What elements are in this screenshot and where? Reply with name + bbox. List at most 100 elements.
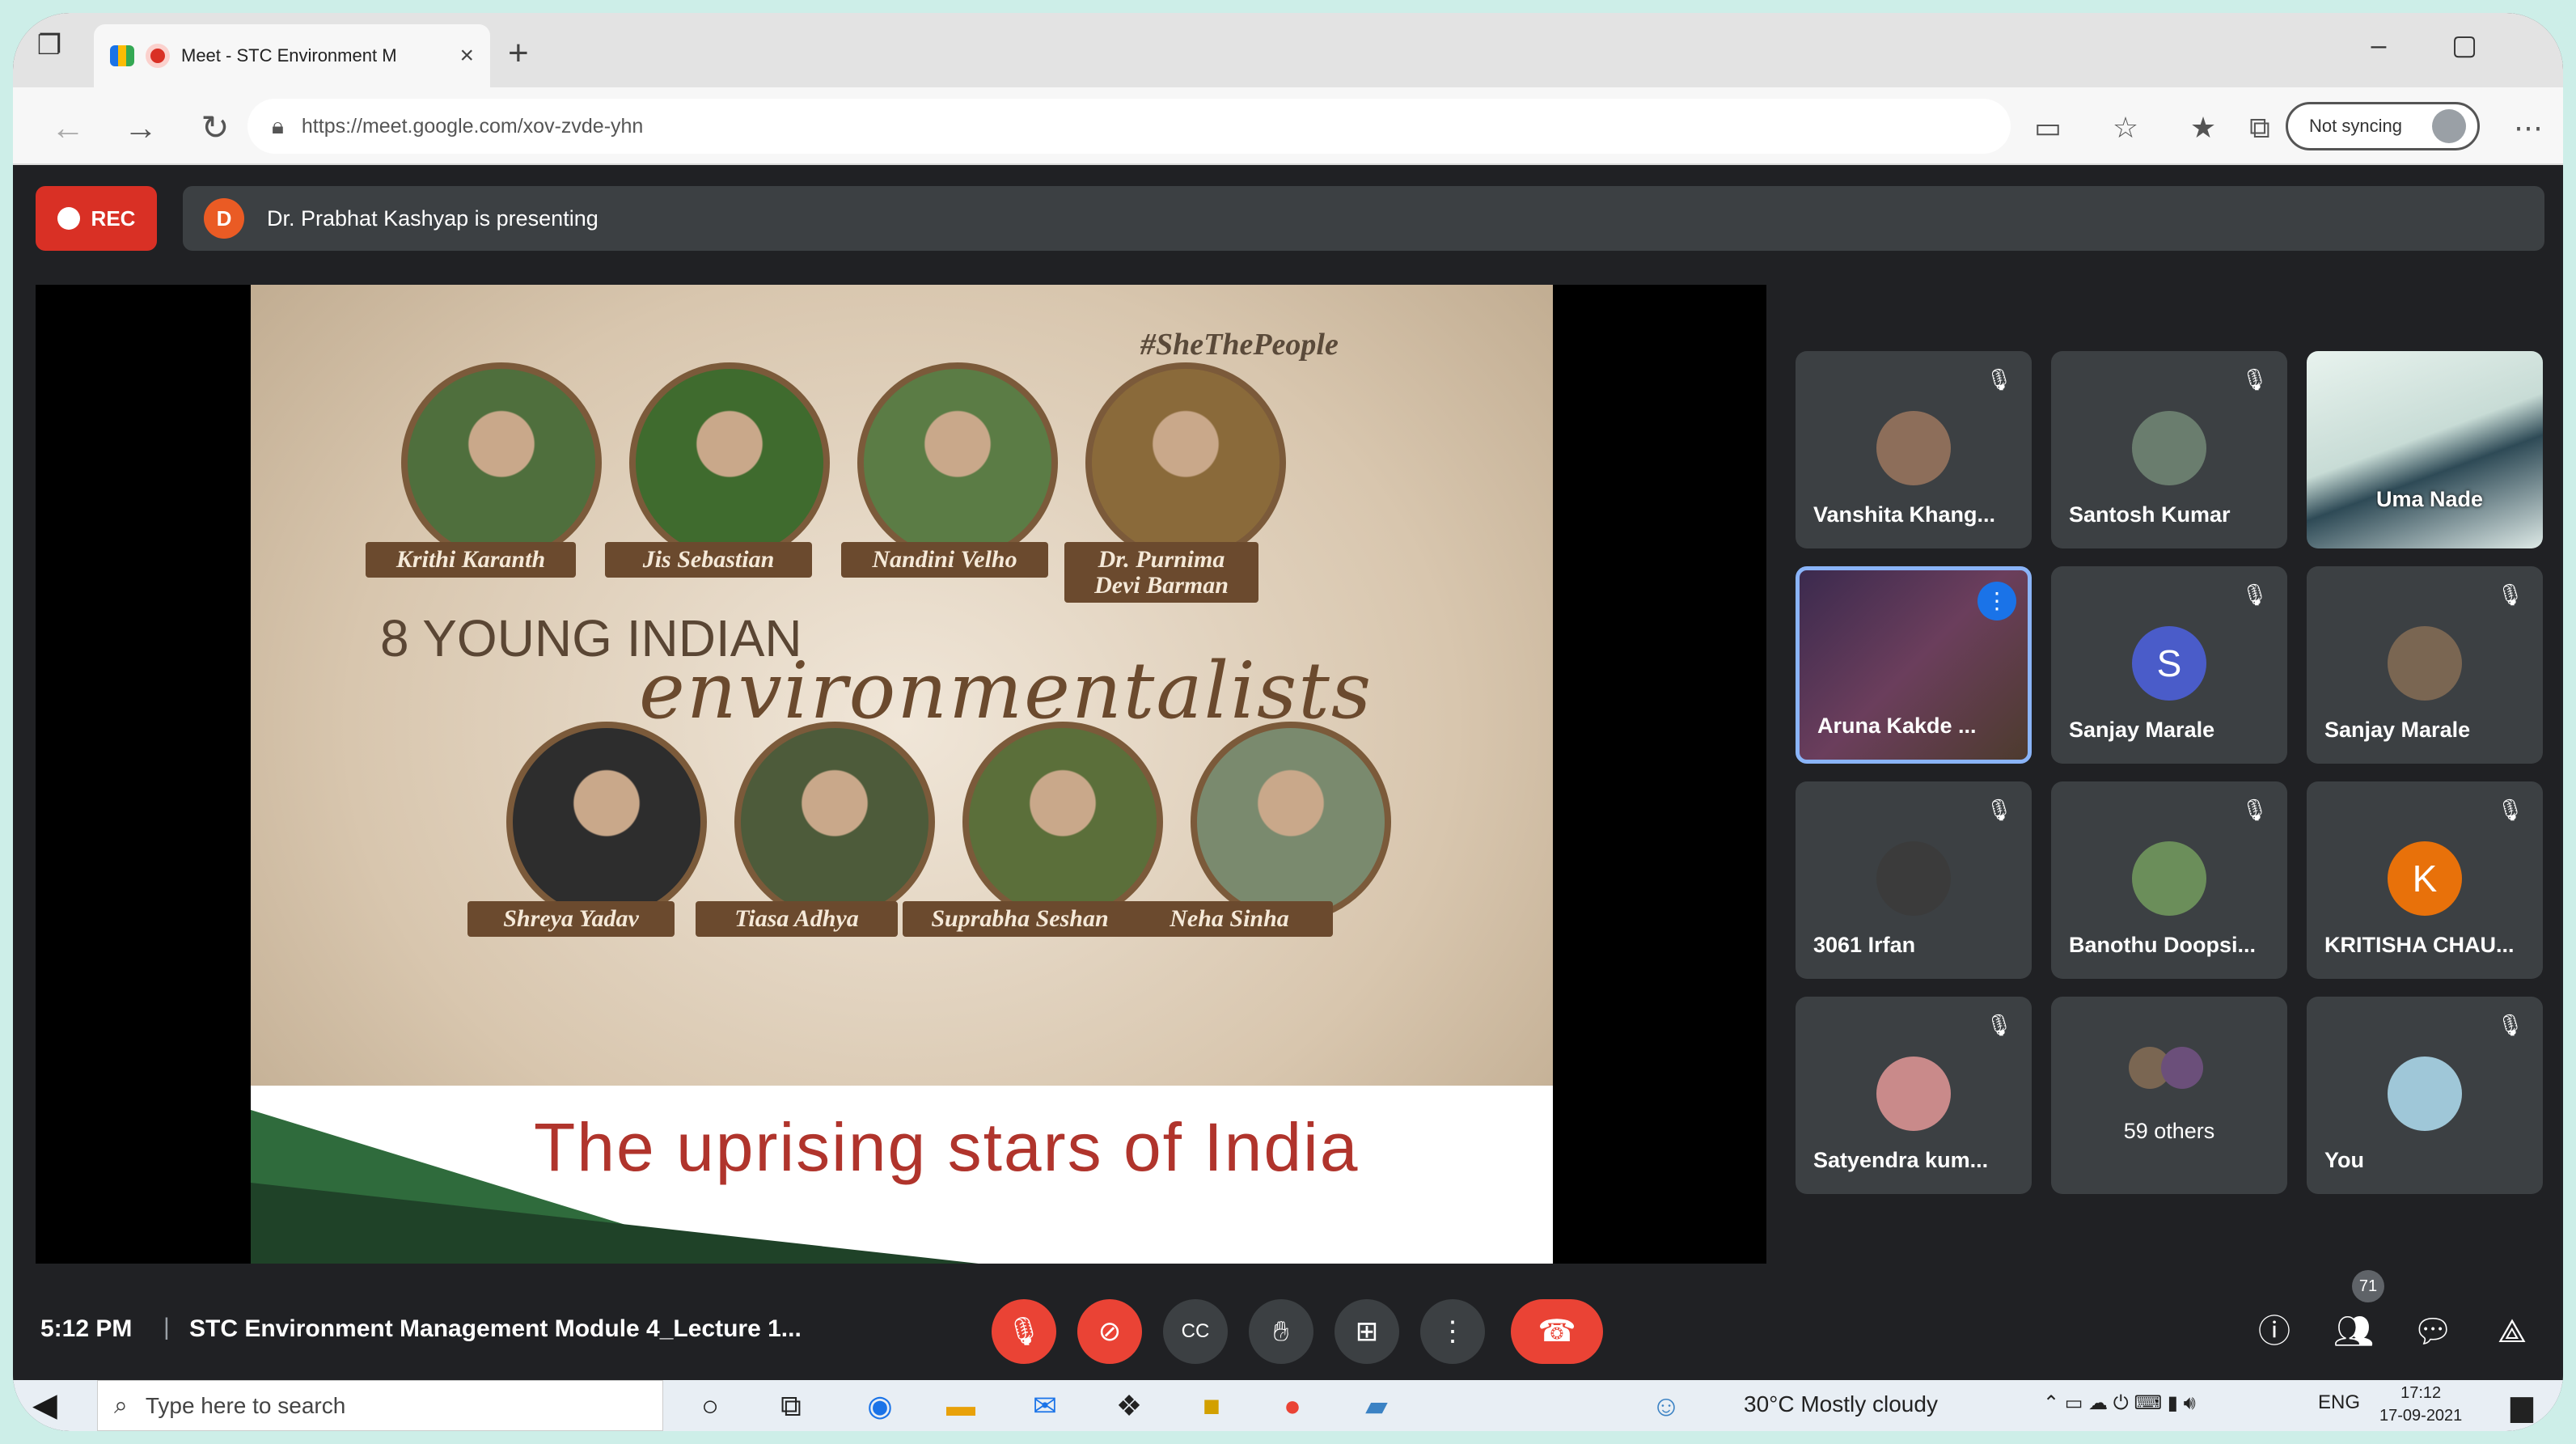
sticky-notes-icon[interactable]: ■ bbox=[1191, 1385, 1233, 1427]
presenter-avatar: D bbox=[204, 198, 244, 239]
maximize-icon[interactable]: ▢ bbox=[2436, 21, 2493, 70]
participant-tile-speaking[interactable]: ⋮ Aruna Kakde ... bbox=[1796, 566, 2032, 764]
meet-favicon-icon bbox=[110, 45, 134, 66]
meeting-info-icon[interactable]: ⓘ bbox=[2252, 1309, 2297, 1354]
person-photo bbox=[629, 362, 830, 563]
tray-icons[interactable]: ⌃ ▭ ☁︎ ⏻ ⌨︎ ▮ 🔊︎ bbox=[2043, 1391, 2196, 1415]
self-tile[interactable]: 🎙︎ You bbox=[2307, 997, 2543, 1194]
mic-off-icon: 🎙︎ bbox=[2240, 367, 2268, 392]
mic-off-icon: 🎙︎ bbox=[1985, 798, 2012, 822]
meeting-time: 5:12 PM bbox=[40, 1315, 133, 1342]
remote-desktop-icon[interactable]: ▰ bbox=[1356, 1385, 1398, 1427]
slide-person: Suprabha Seshan bbox=[903, 722, 1163, 937]
person-name: Nandini Velho bbox=[841, 542, 1048, 578]
profile-sync-button[interactable]: Not syncing bbox=[2286, 102, 2480, 150]
participant-tile[interactable]: 🎙︎ 3061 Irfan bbox=[1796, 781, 2032, 979]
participant-tile[interactable]: 🎙︎ Sanjay Marale bbox=[2307, 566, 2543, 764]
others-tile[interactable]: 59 others bbox=[2051, 997, 2287, 1194]
language-indicator[interactable]: ENG bbox=[2318, 1391, 2360, 1414]
person-photo bbox=[401, 362, 602, 563]
participant-name: You bbox=[2324, 1148, 2364, 1172]
person-name: Shreya Yadav bbox=[467, 901, 675, 937]
profile-avatar-icon bbox=[2432, 109, 2466, 143]
slide-footer: The uprising stars of India bbox=[251, 1086, 1553, 1264]
search-icon: ⌕ bbox=[114, 1391, 128, 1419]
dropbox-icon[interactable]: ❖ bbox=[1108, 1385, 1150, 1427]
mail-icon[interactable]: ✉︎ bbox=[1024, 1385, 1066, 1427]
presenting-banner: D Dr. Prabhat Kashyap is presenting bbox=[183, 186, 2544, 251]
person-name: Suprabha Seshan bbox=[903, 901, 1137, 937]
leave-call-button[interactable]: ☎︎ bbox=[1511, 1299, 1603, 1364]
person-name: Tiasa Adhya bbox=[696, 901, 898, 937]
reload-icon[interactable]: ↻ bbox=[192, 105, 238, 150]
participant-name: Sanjay Marale bbox=[2069, 718, 2215, 742]
sync-label: Not syncing bbox=[2309, 116, 2402, 136]
more-menu-icon[interactable]: ⋯ bbox=[2507, 107, 2549, 149]
mic-off-icon: 🎙︎ bbox=[1985, 367, 2012, 392]
url-text: https://meet.google.com/xov-zvde-yhn bbox=[301, 114, 644, 138]
meeting-title: STC Environment Management Module 4_Lect… bbox=[189, 1315, 802, 1342]
participant-tile[interactable]: Uma Nade bbox=[2307, 351, 2543, 548]
participant-name: Uma Nade bbox=[2376, 487, 2484, 511]
file-explorer-icon[interactable]: ▬ bbox=[940, 1385, 982, 1427]
camera-toggle-button[interactable]: ⊘ bbox=[1077, 1299, 1142, 1364]
weather-widget[interactable]: 30°C Mostly cloudy bbox=[1744, 1391, 1938, 1417]
captions-button[interactable]: CC bbox=[1163, 1299, 1228, 1364]
more-options-button[interactable]: ⋮ bbox=[1420, 1299, 1485, 1364]
person-name: Neha Sinha bbox=[1126, 901, 1333, 937]
mic-toggle-button[interactable]: 🎙︎ bbox=[992, 1299, 1056, 1364]
people-count-badge: 71 bbox=[2352, 1270, 2384, 1302]
camera-in-use-icon[interactable]: ▭ bbox=[2027, 107, 2069, 149]
add-favorite-icon[interactable]: ☆ bbox=[2104, 107, 2147, 149]
cortana-icon[interactable]: ○ bbox=[689, 1385, 731, 1427]
back-icon[interactable]: ← bbox=[45, 105, 91, 150]
collections-icon[interactable]: ⧉ bbox=[2239, 107, 2281, 149]
chrome-icon[interactable]: ● bbox=[1271, 1385, 1313, 1427]
participant-avatar bbox=[2132, 841, 2206, 916]
taskbar-clock[interactable]: 17:12 17-09-2021 bbox=[2379, 1382, 2462, 1427]
slide-person: Shreya Yadav bbox=[467, 722, 707, 937]
tab-close-icon[interactable]: × bbox=[459, 42, 474, 70]
os-taskbar: ◀ ⌕ Type here to search ○ ⧉ ◉ ▬ ✉︎ ❖ ■ ●… bbox=[13, 1380, 2563, 1431]
edge-icon[interactable]: ◉ bbox=[859, 1385, 901, 1427]
new-tab-icon[interactable]: + bbox=[508, 36, 529, 71]
address-bar[interactable]: 🔒︎ https://meet.google.com/xov-zvde-yhn bbox=[247, 99, 2011, 154]
participant-tile[interactable]: 🎙︎ Satyendra kum... bbox=[1796, 997, 2032, 1194]
browser-tab[interactable]: Meet - STC Environment M × bbox=[94, 24, 490, 87]
mic-off-icon: 🎙︎ bbox=[1985, 1013, 2012, 1037]
participant-tile[interactable]: 🎙︎ Banothu Doopsi... bbox=[2051, 781, 2287, 979]
task-view-icon[interactable]: ⧉ bbox=[770, 1385, 812, 1427]
participant-tile[interactable]: 🎙︎ K KRITISHA CHAU... bbox=[2307, 781, 2543, 979]
participant-name: Santosh Kumar bbox=[2069, 502, 2231, 527]
others-avatar bbox=[2161, 1047, 2203, 1089]
person-photo bbox=[1085, 362, 1286, 563]
tab-title: Meet - STC Environment M bbox=[181, 45, 397, 66]
footer-stripe bbox=[251, 1183, 979, 1264]
minimize-icon[interactable]: – bbox=[2350, 21, 2407, 70]
person-photo bbox=[1191, 722, 1391, 922]
lock-icon: 🔒︎ bbox=[272, 112, 284, 138]
participant-name: 3061 Irfan bbox=[1813, 933, 1916, 957]
notifications-icon[interactable]: ▆ bbox=[2501, 1385, 2543, 1427]
people-app-icon[interactable]: ☺︎ bbox=[1645, 1385, 1687, 1427]
present-screen-button[interactable]: ⊞ bbox=[1335, 1299, 1399, 1364]
favorites-icon[interactable]: ★ bbox=[2182, 107, 2224, 149]
tab-actions-icon[interactable]: ❐ bbox=[21, 21, 78, 70]
raise-hand-button[interactable]: ✋︎ bbox=[1249, 1299, 1313, 1364]
slide-person: Krithi Karanth bbox=[366, 362, 602, 578]
person-name: Krithi Karanth bbox=[366, 542, 576, 578]
participant-tile[interactable]: 🎙︎ Santosh Kumar bbox=[2051, 351, 2287, 548]
participant-tile[interactable]: 🎙︎ Vanshita Khang... bbox=[1796, 351, 2032, 548]
forward-icon[interactable]: → bbox=[118, 105, 163, 150]
activities-icon[interactable]: ⟁ bbox=[2489, 1309, 2535, 1354]
rec-label: REC bbox=[91, 205, 136, 231]
participant-tile[interactable]: 🎙︎ S Sanjay Marale bbox=[2051, 566, 2287, 764]
people-icon[interactable]: 👥︎ bbox=[2331, 1309, 2376, 1354]
chat-icon[interactable]: 💬︎ bbox=[2410, 1309, 2455, 1354]
start-icon[interactable]: ◀ bbox=[32, 1387, 57, 1424]
speaking-indicator-icon: ⋮ bbox=[1977, 582, 2016, 620]
taskbar-search[interactable]: ⌕ Type here to search bbox=[97, 1380, 663, 1431]
record-dot-icon bbox=[57, 207, 80, 230]
participant-name: Banothu Doopsi... bbox=[2069, 933, 2256, 957]
recording-badge[interactable]: REC bbox=[36, 186, 157, 251]
